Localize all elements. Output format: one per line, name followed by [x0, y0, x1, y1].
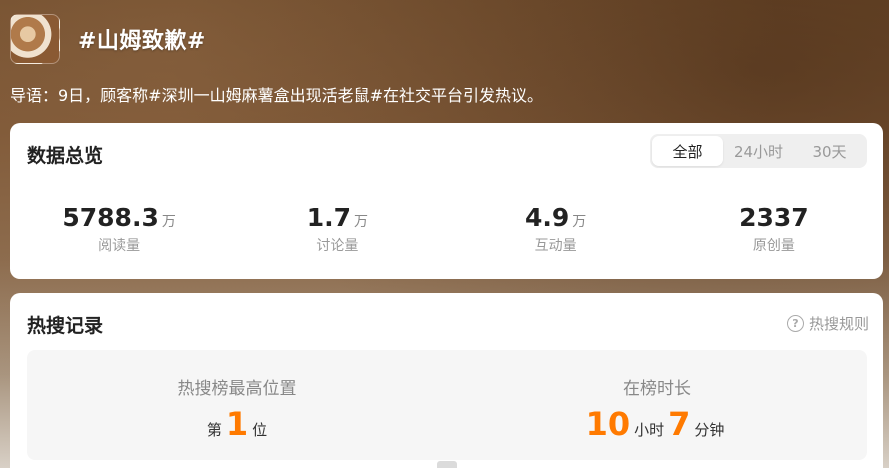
- duration-minutes-unit: 分钟: [694, 421, 725, 439]
- stat-interact-label: 互动量: [534, 238, 577, 254]
- stat-read-value: 5788.3: [62, 203, 159, 232]
- overview-title: 数据总览: [27, 145, 104, 167]
- hot-search-record-box: 热搜榜最高位置 第 1 位 在榜时长 10 小时 7 分钟: [27, 350, 867, 460]
- stat-discuss-label: 讨论量: [316, 238, 359, 254]
- stat-interact: 4.9 万 互动量: [447, 203, 665, 255]
- duration-minutes: 7: [668, 405, 691, 443]
- stat-read: 5788.3 万 阅读量: [10, 203, 228, 255]
- stats-row: 5788.3 万 阅读量 1.7 万 讨论量 4.9 万 互动量 2337 原创…: [10, 203, 883, 255]
- stat-original: 2337 原创量: [665, 203, 883, 255]
- peak-position: 热搜榜最高位置 第 1 位: [27, 350, 447, 460]
- stat-read-unit: 万: [161, 214, 176, 230]
- duration-hours: 10: [585, 405, 631, 443]
- hot-search-card: 热搜记录 ? 热搜规则 热搜榜最高位置 第 1 位 在榜时长 10 小时 7 分…: [10, 293, 883, 468]
- time-range-tabs: 全部 24小时 30天: [650, 134, 867, 168]
- scroll-hint: [437, 461, 457, 468]
- duration-hours-unit: 小时: [634, 421, 665, 439]
- peak-position-title: 热搜榜最高位置: [177, 379, 297, 399]
- stat-read-label: 阅读量: [98, 238, 141, 254]
- tab-all[interactable]: 全部: [652, 136, 723, 166]
- hot-search-title: 热搜记录: [27, 315, 104, 337]
- tab-30d[interactable]: 30天: [794, 136, 865, 166]
- stat-discuss-value: 1.7: [306, 203, 352, 232]
- tab-24h[interactable]: 24小时: [723, 136, 794, 166]
- on-list-duration: 在榜时长 10 小时 7 分钟: [447, 350, 867, 460]
- stat-original-value: 2337: [739, 203, 809, 232]
- topic-intro: 导语：9日，顾客称#深圳一山姆麻薯盒出现活老鼠#在社交平台引发热议。: [10, 86, 543, 105]
- data-overview-card: 数据总览 全部 24小时 30天 5788.3 万 阅读量 1.7 万 讨论量 …: [10, 123, 883, 279]
- stat-interact-value: 4.9: [524, 203, 570, 232]
- duration-title: 在榜时长: [623, 379, 691, 399]
- stat-discuss-unit: 万: [354, 214, 369, 230]
- stat-discuss: 1.7 万 讨论量: [228, 203, 446, 255]
- question-circle-icon: ?: [786, 315, 804, 332]
- topic-title: #山姆致歉#: [78, 29, 206, 54]
- hot-search-rules-label: 热搜规则: [808, 315, 869, 333]
- topic-header: #山姆致歉#: [10, 14, 206, 64]
- peak-value: 1: [225, 405, 249, 443]
- stat-original-label: 原创量: [752, 238, 795, 254]
- topic-avatar: [10, 14, 60, 64]
- hot-search-rules-link[interactable]: ? 热搜规则: [786, 313, 869, 334]
- peak-suffix: 位: [252, 421, 268, 439]
- stat-interact-unit: 万: [572, 214, 587, 230]
- peak-prefix: 第: [206, 421, 222, 439]
